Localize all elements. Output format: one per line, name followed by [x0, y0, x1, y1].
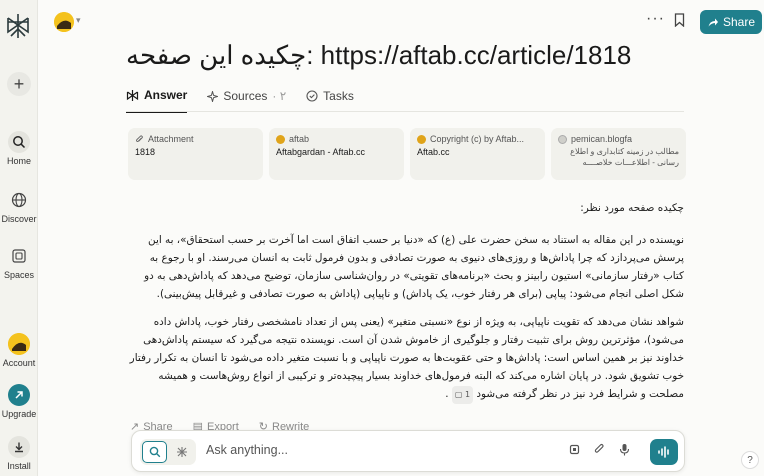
- avatar-icon: [8, 333, 30, 355]
- tab-label: Sources: [223, 89, 268, 103]
- source-name: Attachment: [148, 134, 194, 144]
- sidebar-item-spaces[interactable]: Spaces: [0, 245, 38, 280]
- source-name: Copyright (c) by Aftab...: [430, 134, 525, 144]
- microphone-icon[interactable]: [618, 443, 631, 456]
- sidebar-item-home[interactable]: Home: [0, 131, 38, 166]
- sidebar-item-label: Home: [6, 156, 31, 166]
- search-icon: [149, 446, 160, 458]
- tab-tasks[interactable]: Tasks: [306, 88, 354, 113]
- sidebar-item-account[interactable]: Account: [0, 333, 38, 368]
- citation-badge[interactable]: ▢ 1: [451, 386, 474, 404]
- share-button[interactable]: Share: [700, 10, 762, 34]
- sidebar-item-label: Spaces: [3, 270, 35, 280]
- chip-icon[interactable]: [568, 443, 581, 456]
- more-options-button[interactable]: ···: [646, 10, 665, 28]
- ask-composer: [131, 430, 685, 472]
- app-window: + Home Discover Spaces Account Upgrade I…: [0, 0, 764, 476]
- research-icon: [176, 447, 187, 457]
- source-name: aftab: [289, 134, 310, 144]
- sidebar-item-upgrade[interactable]: Upgrade: [0, 384, 38, 419]
- tab-sources[interactable]: Sources · ۲: [207, 88, 286, 113]
- perplexity-logo[interactable]: [5, 12, 31, 40]
- answer-paragraph-text: شواهد نشان می‌دهد که تقویت ناپیاپی، به و…: [129, 316, 684, 400]
- chevron-down-icon[interactable]: ▾: [76, 15, 81, 26]
- sidebar-item-discover[interactable]: Discover: [0, 189, 38, 224]
- tab-label: Answer: [144, 88, 188, 102]
- source-card[interactable]: aftab Aftabgardan - Aftab.cc: [269, 128, 404, 180]
- tab-divider: [126, 111, 684, 112]
- sunflower-favicon-icon: [417, 134, 426, 144]
- source-title: مطالب در زمینه کتابداری و اطلاع رسانی - …: [570, 147, 679, 167]
- sidebar-item-label: Upgrade: [1, 409, 37, 419]
- search-mode-toggle: [140, 439, 196, 465]
- voice-mode-button[interactable]: [650, 439, 678, 465]
- tab-bar: Answer Sources · ۲ Tasks: [126, 88, 354, 113]
- source-cards: Attachment 1818 aftab Aftabgardan - Afta…: [128, 128, 686, 180]
- answer-heading: چکیده صفحه مورد نظر:: [580, 202, 684, 214]
- soundwave-icon: [658, 446, 669, 458]
- source-name: pemican.blogfa: [571, 134, 633, 144]
- research-mode-button[interactable]: [169, 441, 194, 463]
- spaces-icon: [8, 245, 30, 267]
- share-label: Share: [722, 15, 756, 29]
- ask-input[interactable]: [206, 443, 506, 457]
- source-title: 1818: [135, 147, 156, 157]
- source-card[interactable]: Copyright (c) by Aftab... Aftab.cc: [410, 128, 545, 180]
- search-icon: [8, 131, 30, 153]
- paperclip-icon: [136, 134, 143, 142]
- composer-tools: [568, 443, 631, 456]
- tab-answer[interactable]: Answer: [126, 88, 188, 113]
- answer-paragraph-2: شواهد نشان می‌دهد که تقویت ناپیاپی، به و…: [126, 313, 684, 404]
- sources-icon: [207, 90, 219, 102]
- file-icon: ▢: [454, 390, 463, 399]
- globe-favicon-icon: [558, 134, 567, 144]
- source-card[interactable]: Attachment 1818: [128, 128, 263, 180]
- sidebar-item-label: Account: [2, 358, 36, 368]
- source-title: Aftabgardan - Aftab.cc: [276, 147, 366, 157]
- answer-icon: [126, 89, 139, 101]
- search-mode-button[interactable]: [142, 441, 167, 463]
- tasks-icon: [306, 90, 318, 102]
- citation-number: 1: [464, 390, 471, 399]
- plus-icon: +: [7, 72, 31, 96]
- sources-count: · ۲: [272, 89, 287, 103]
- source-card[interactable]: pemican.blogfa مطالب در زمینه کتابداری و…: [551, 128, 686, 180]
- arrow-up-right-icon: [8, 384, 30, 406]
- thread-avatar[interactable]: [54, 12, 74, 32]
- sidebar: + Home Discover Spaces Account Upgrade I…: [0, 0, 38, 476]
- sidebar-item-label: Install: [7, 461, 31, 471]
- tab-label: Tasks: [323, 89, 354, 103]
- sidebar-item-label: Discover: [1, 214, 37, 224]
- sidebar-item-install[interactable]: Install: [0, 436, 38, 471]
- answer-paragraph: نویسنده در این مقاله به استناد به سخن حض…: [144, 234, 684, 300]
- source-title: Aftab.cc: [417, 147, 450, 157]
- paperclip-icon[interactable]: [593, 443, 606, 456]
- globe-icon: [8, 189, 30, 211]
- page-title: چکیده این صفحه: https://aftab.cc/article…: [126, 40, 632, 70]
- answer-body: چکیده صفحه مورد نظر: نویسنده در این مقال…: [126, 199, 684, 414]
- bookmark-icon[interactable]: [674, 13, 685, 32]
- share-icon: [708, 18, 718, 27]
- new-thread-button[interactable]: +: [0, 72, 38, 96]
- help-button[interactable]: ?: [741, 451, 759, 469]
- sunflower-favicon-icon: [276, 134, 285, 144]
- download-icon: [8, 436, 30, 458]
